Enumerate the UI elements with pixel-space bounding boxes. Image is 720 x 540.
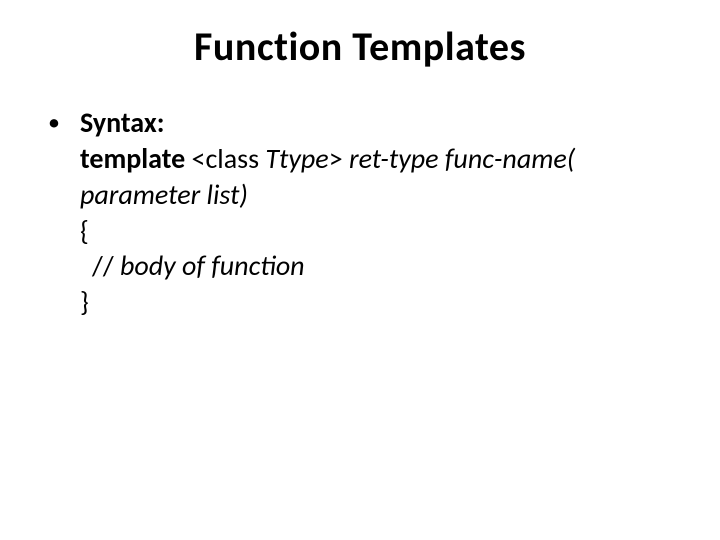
bullet-glyph: •	[44, 105, 80, 141]
slide: Function Templates • Syntax: template <c…	[0, 0, 720, 540]
slide-title: Function Templates	[40, 22, 680, 71]
syntax-text: >	[329, 141, 349, 176]
bullet-item: • Syntax:	[44, 105, 680, 141]
syntax-line-3: {	[44, 213, 680, 249]
syntax-line-1: template <class Ttype> ret-type func-nam…	[44, 141, 680, 177]
syntax-italic: ret-type func-name(	[349, 141, 575, 176]
brace-close: }	[80, 284, 89, 319]
comment-slashes: //	[92, 248, 120, 283]
comment-text: body of function	[120, 248, 305, 283]
syntax-text: <class	[185, 141, 265, 176]
type-placeholder: Ttype	[265, 141, 328, 176]
brace-open: {	[80, 213, 89, 248]
syntax-line-5: }	[44, 284, 680, 320]
syntax-line-2: parameter list)	[44, 177, 680, 213]
syntax-label: Syntax:	[80, 105, 164, 141]
slide-body: • Syntax: template <class Ttype> ret-typ…	[40, 105, 680, 320]
syntax-line-4: // body of function	[44, 248, 680, 284]
keyword-template: template	[80, 141, 185, 176]
syntax-italic: parameter list)	[80, 177, 248, 212]
